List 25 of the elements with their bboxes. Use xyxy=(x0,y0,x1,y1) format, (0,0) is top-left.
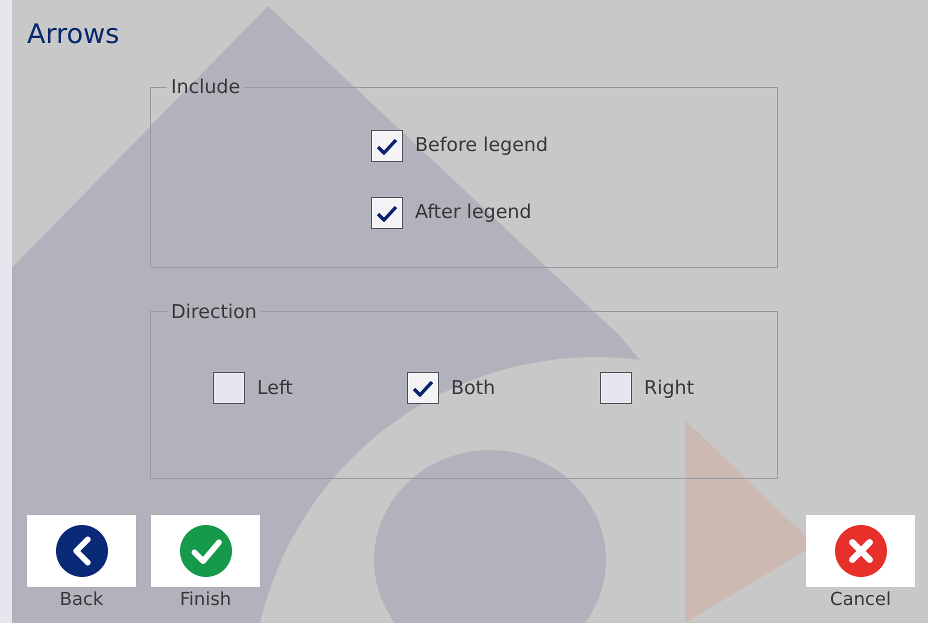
checkmark-icon xyxy=(376,136,398,154)
checkbox-label: Right xyxy=(644,376,694,401)
button-label: Cancel xyxy=(830,588,891,612)
group-title: Include xyxy=(170,75,242,100)
checkbox-label: After legend xyxy=(415,200,532,226)
checkbox[interactable] xyxy=(213,372,245,404)
page-title: Arrows xyxy=(26,18,120,52)
checkmark-icon xyxy=(412,379,434,397)
button-label: Finish xyxy=(180,588,232,612)
checkbox[interactable] xyxy=(371,196,403,228)
cancel-button[interactable] xyxy=(806,515,915,587)
close-icon xyxy=(834,525,886,577)
checkbox-label: Both xyxy=(451,376,496,401)
finish-button[interactable] xyxy=(151,515,260,587)
back-button[interactable] xyxy=(27,515,136,587)
group-title: Direction xyxy=(170,300,258,324)
checkbox-label: Before legend xyxy=(415,133,548,158)
checkmark-icon xyxy=(180,525,232,577)
checkmark-icon xyxy=(376,204,398,222)
back-icon xyxy=(56,525,108,577)
checkbox[interactable] xyxy=(407,372,439,404)
button-label: Back xyxy=(60,588,104,612)
checkbox[interactable] xyxy=(371,130,403,162)
checkbox-label: Left xyxy=(257,376,293,401)
checkbox[interactable] xyxy=(600,372,632,404)
